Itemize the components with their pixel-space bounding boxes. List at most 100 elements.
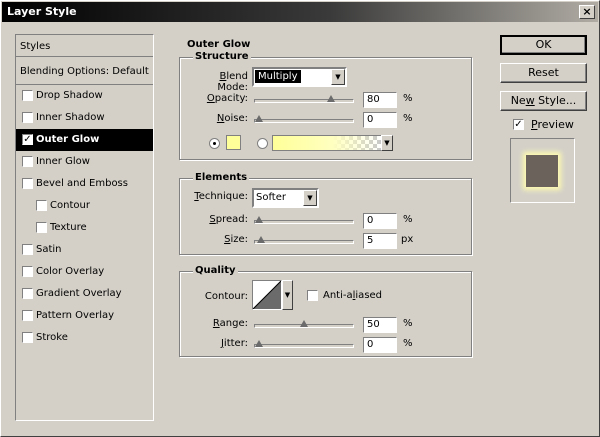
structure-title: Structure	[193, 51, 251, 62]
styles-list: Styles Blending Options: Default Drop Sh…	[15, 34, 154, 421]
noise-slider-thumb[interactable]	[255, 115, 263, 122]
dialog-title: Layer Style	[7, 5, 77, 18]
range-slider-thumb[interactable]	[300, 320, 308, 327]
gradient-radio[interactable]	[257, 138, 268, 149]
technique-chevron-down-icon[interactable]: ▼	[303, 190, 317, 206]
opacity-input[interactable]: 80	[363, 92, 397, 108]
blend-mode-select[interactable]: Multiply ▼	[252, 67, 347, 87]
spread-slider-thumb[interactable]	[255, 216, 263, 223]
new-style-button[interactable]: New Style...	[500, 91, 587, 111]
noise-slider[interactable]	[254, 115, 354, 123]
style-checkbox[interactable]	[36, 200, 47, 211]
style-label: Bevel and Emboss	[36, 178, 128, 189]
jitter-label: Jitter:	[220, 338, 248, 349]
style-checkbox[interactable]	[36, 222, 47, 233]
jitter-input[interactable]: 0	[363, 337, 397, 353]
style-label: Texture	[50, 222, 87, 233]
noise-unit: %	[403, 113, 413, 124]
quality-title: Quality	[193, 265, 238, 276]
range-slider[interactable]	[254, 320, 354, 328]
chevron-down-icon[interactable]: ▼	[331, 69, 345, 85]
style-label: Drop Shadow	[36, 90, 103, 101]
style-item-outer-glow[interactable]: ✓ Outer Glow	[16, 129, 153, 151]
reset-button[interactable]: Reset	[500, 63, 587, 83]
style-item-stroke[interactable]: Stroke	[16, 327, 153, 349]
noise-input[interactable]: 0	[363, 112, 397, 128]
opacity-unit: %	[403, 93, 413, 104]
preview-box	[510, 138, 575, 203]
jitter-unit: %	[403, 338, 413, 349]
glow-gradient-picker[interactable]	[272, 135, 382, 151]
close-icon[interactable]: ×	[579, 5, 595, 19]
blending-options-label: Blending Options: Default	[20, 66, 149, 77]
style-checkbox[interactable]: ✓	[22, 134, 33, 145]
opacity-slider-thumb[interactable]	[327, 95, 335, 102]
style-item-bevel-and-emboss[interactable]: Bevel and Emboss	[16, 173, 153, 195]
range-input[interactable]: 50	[363, 317, 397, 333]
technique-label: Technique:	[194, 191, 248, 202]
style-item-texture[interactable]: Texture	[16, 217, 153, 239]
style-checkbox[interactable]	[22, 244, 33, 255]
style-label: Inner Glow	[36, 156, 90, 167]
contour-chevron-down-icon[interactable]: ▼	[282, 280, 293, 310]
style-checkbox[interactable]	[22, 112, 33, 123]
glow-color-swatch[interactable]	[226, 135, 241, 150]
style-label: Contour	[50, 200, 90, 211]
opacity-label: Opacity:	[206, 93, 248, 104]
title-bar[interactable]: Layer Style ×	[2, 2, 598, 22]
style-label: Stroke	[36, 332, 68, 343]
technique-select[interactable]: Softer ▼	[252, 188, 319, 208]
style-checkbox[interactable]	[22, 266, 33, 277]
preview-checkbox[interactable]: ✓	[513, 119, 524, 130]
style-label: Inner Shadow	[36, 112, 105, 123]
jitter-slider[interactable]	[254, 340, 354, 348]
style-item-inner-glow[interactable]: Inner Glow	[16, 151, 153, 173]
anti-aliased-checkbox[interactable]	[307, 290, 318, 301]
jitter-slider-thumb[interactable]	[255, 340, 263, 347]
spread-slider[interactable]	[254, 216, 354, 224]
range-label: Range:	[212, 318, 248, 329]
spread-input[interactable]: 0	[363, 213, 397, 229]
contour-preview[interactable]	[252, 280, 282, 310]
size-slider-thumb[interactable]	[256, 236, 265, 243]
noise-label: Noise:	[216, 113, 248, 124]
style-item-color-overlay[interactable]: Color Overlay	[16, 261, 153, 283]
style-checkbox[interactable]	[22, 332, 33, 343]
style-checkbox[interactable]	[22, 156, 33, 167]
preview-label: Preview	[531, 118, 574, 131]
opacity-slider[interactable]	[254, 95, 354, 103]
ok-button[interactable]: OK	[500, 35, 587, 55]
spread-unit: %	[403, 214, 413, 225]
blending-options-item[interactable]: Blending Options: Default	[16, 58, 153, 85]
size-slider[interactable]	[254, 236, 354, 244]
style-item-satin[interactable]: Satin	[16, 239, 153, 261]
layer-style-dialog: Layer Style × Styles Blending Options: D…	[0, 0, 600, 437]
contour-label: Contour:	[204, 291, 248, 302]
preview-swatch	[526, 155, 558, 187]
style-item-pattern-overlay[interactable]: Pattern Overlay	[16, 305, 153, 327]
style-item-inner-shadow[interactable]: Inner Shadow	[16, 107, 153, 129]
blend-mode-value: Multiply	[255, 70, 301, 83]
blend-mode-label: Blend Mode:	[217, 71, 248, 93]
style-checkbox[interactable]	[22, 178, 33, 189]
solid-color-radio[interactable]	[209, 138, 220, 149]
gradient-chevron-down-icon[interactable]: ▼	[381, 135, 393, 151]
style-checkbox[interactable]	[22, 310, 33, 321]
anti-aliased-label: Anti-aliased	[323, 290, 383, 301]
style-label: Color Overlay	[36, 266, 105, 277]
elements-title: Elements	[193, 172, 250, 183]
style-item-contour[interactable]: Contour	[16, 195, 153, 217]
style-item-gradient-overlay[interactable]: Gradient Overlay	[16, 283, 153, 305]
styles-header[interactable]: Styles	[16, 35, 153, 57]
style-label: Gradient Overlay	[36, 288, 122, 299]
style-label: Outer Glow	[36, 134, 100, 145]
range-unit: %	[403, 318, 413, 329]
style-item-drop-shadow[interactable]: Drop Shadow	[16, 85, 153, 107]
style-label: Satin	[36, 244, 62, 255]
style-checkbox[interactable]	[22, 90, 33, 101]
panel-title: Outer Glow	[187, 39, 251, 50]
size-label: Size:	[224, 234, 248, 245]
style-checkbox[interactable]	[22, 288, 33, 299]
spread-label: Spread:	[209, 214, 248, 225]
size-input[interactable]: 5	[363, 233, 397, 249]
